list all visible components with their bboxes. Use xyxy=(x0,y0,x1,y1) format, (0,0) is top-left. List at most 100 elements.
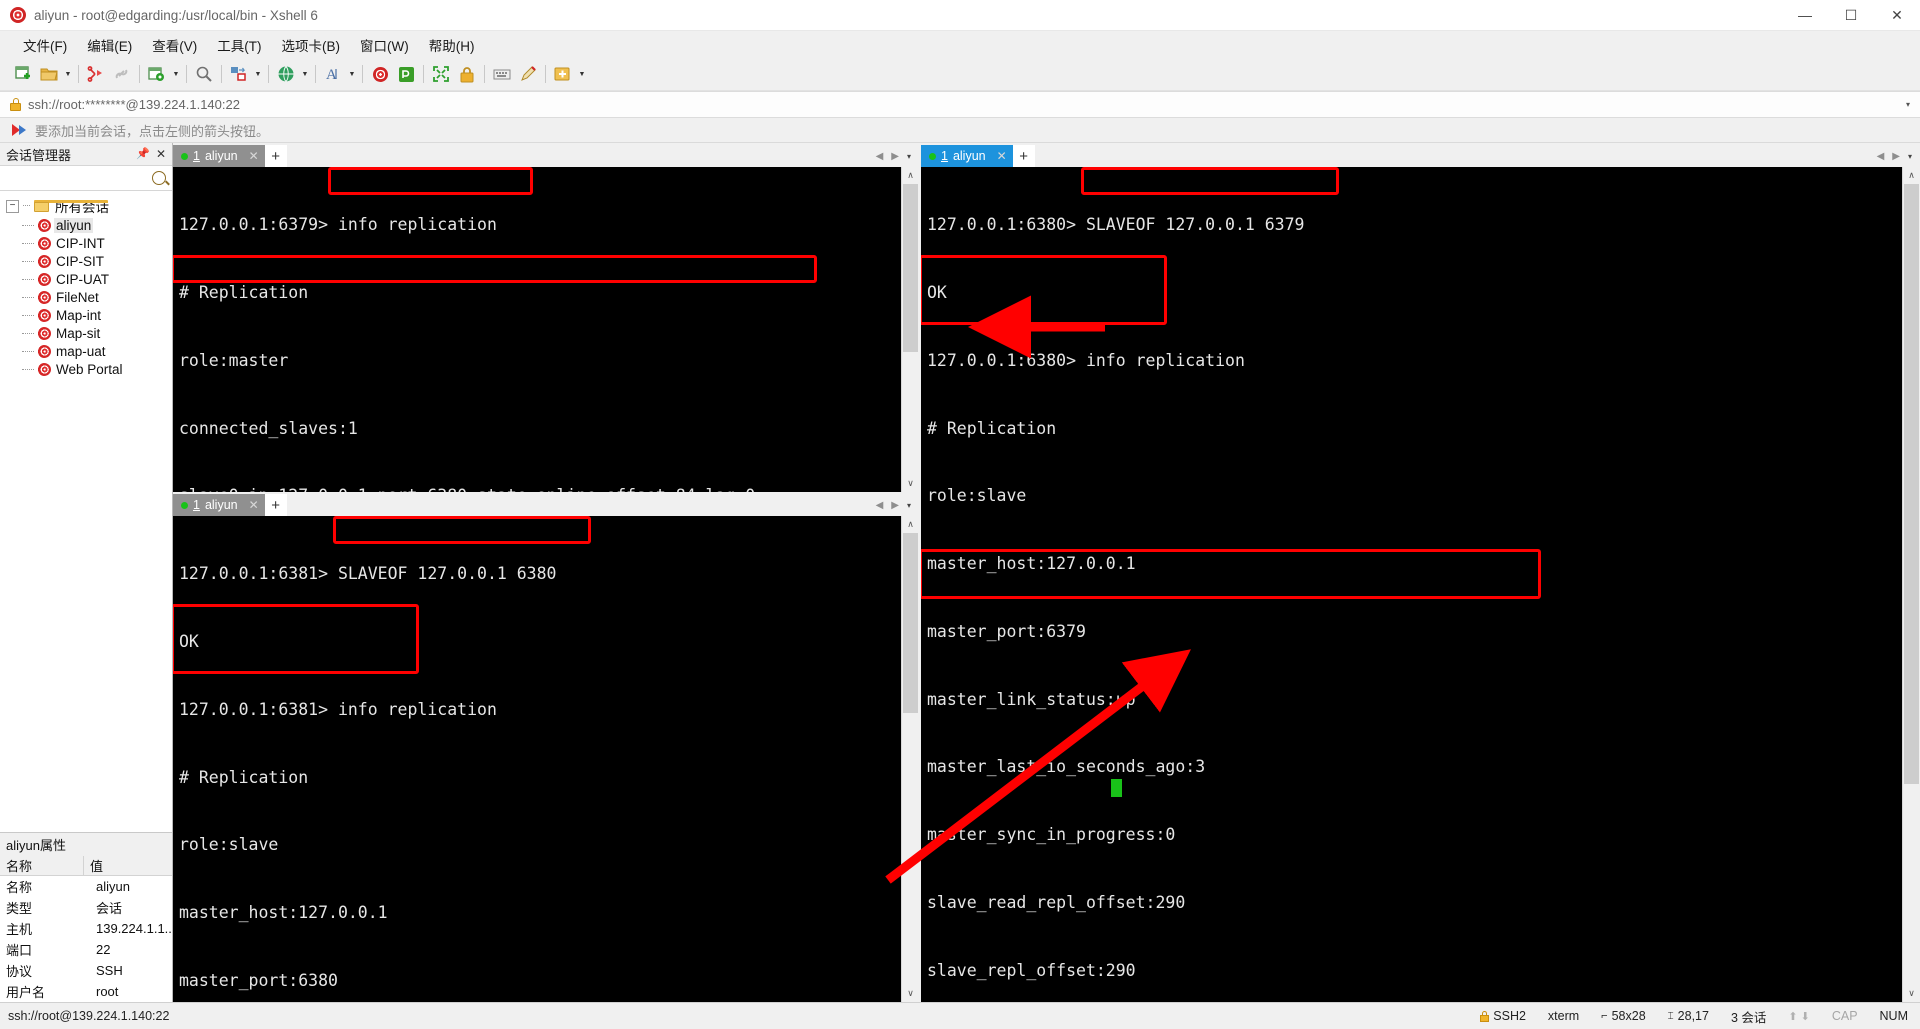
scrollbar-6381[interactable]: ∧ ∨ xyxy=(901,516,919,1002)
close-button[interactable]: ✕ xyxy=(1874,0,1920,30)
session-properties-dropdown-icon[interactable]: ▼ xyxy=(170,61,182,87)
new-tab-button[interactable]: + xyxy=(264,145,287,167)
table-row[interactable]: 类型 会话 xyxy=(0,897,172,918)
sidebar-item-filenet[interactable]: FileNet xyxy=(0,288,172,306)
add-tab-icon[interactable] xyxy=(550,61,576,87)
search-icon[interactable] xyxy=(191,61,217,87)
terminal-line: slave_repl_offset:290 xyxy=(927,960,1136,980)
tab-scroll-right-icon[interactable]: ▶ xyxy=(891,151,899,162)
minimize-button[interactable]: — xyxy=(1782,0,1828,30)
disconnect-icon[interactable] xyxy=(83,61,109,87)
tab-aliyun-6381[interactable]: 1 aliyun ✕ xyxy=(173,494,265,516)
lock-icon[interactable] xyxy=(454,61,480,87)
maximize-button[interactable]: ☐ xyxy=(1828,0,1874,30)
reconnect-icon[interactable] xyxy=(109,61,135,87)
table-row[interactable]: 主机 139.224.1.1... xyxy=(0,918,172,939)
tab-number: 1 xyxy=(941,149,948,163)
address-dropdown-icon[interactable]: ▾ xyxy=(1906,100,1910,109)
tab-list-dropdown-icon[interactable]: ▾ xyxy=(907,501,911,510)
scroll-thumb[interactable] xyxy=(903,533,918,713)
address-bar[interactable]: ssh://root:********@139.224.1.140:22 ▾ xyxy=(0,91,1920,118)
menu-edit[interactable]: 编辑(E) xyxy=(78,32,141,58)
scroll-track[interactable] xyxy=(902,533,919,985)
tree-connector xyxy=(22,350,34,353)
tab-aliyun-6379[interactable]: 1 aliyun ✕ xyxy=(173,145,265,167)
search-icon[interactable] xyxy=(152,171,166,185)
toolbar-separator xyxy=(221,65,222,83)
tab-scroll-left-icon[interactable]: ◀ xyxy=(876,500,884,511)
address-input[interactable]: ssh://root:********@139.224.1.140:22 xyxy=(28,97,240,112)
tab-scroll-right-icon[interactable]: ▶ xyxy=(1892,151,1900,162)
highlight-icon[interactable] xyxy=(515,61,541,87)
menu-view[interactable]: 查看(V) xyxy=(143,32,206,58)
scroll-down-icon[interactable]: ∨ xyxy=(902,985,919,1002)
menu-tabs[interactable]: 选项卡(B) xyxy=(273,32,350,58)
scrollbar-6379[interactable]: ∧ ∨ xyxy=(901,167,919,492)
tab-close-icon[interactable]: ✕ xyxy=(249,149,259,163)
properties-header-row: 名称 值 xyxy=(0,855,172,876)
tab-list-dropdown-icon[interactable]: ▾ xyxy=(907,152,911,161)
scroll-up-icon[interactable]: ∧ xyxy=(902,167,919,184)
open-folder-dropdown-icon[interactable]: ▼ xyxy=(62,61,74,87)
sidebar-item-aliyun[interactable]: aliyun xyxy=(0,216,172,234)
session-properties-icon[interactable] xyxy=(144,61,170,87)
terminal-cursor xyxy=(1111,779,1122,797)
add-tab-dropdown-icon[interactable]: ▼ xyxy=(576,61,588,87)
tab-list-dropdown-icon[interactable]: ▾ xyxy=(1908,152,1912,161)
open-folder-icon[interactable] xyxy=(36,61,62,87)
terminal-output-6379[interactable]: 127.0.0.1:6379> info replication # Repli… xyxy=(173,167,901,492)
font-icon[interactable]: A xyxy=(320,61,346,87)
menu-help[interactable]: 帮助(H) xyxy=(420,32,484,58)
table-row[interactable]: 协议 SSH xyxy=(0,960,172,981)
file-transfer-dropdown-icon[interactable]: ▼ xyxy=(252,61,264,87)
sidebar-item-cip-uat[interactable]: CIP-UAT xyxy=(0,270,172,288)
file-transfer-icon[interactable] xyxy=(226,61,252,87)
menu-tools[interactable]: 工具(T) xyxy=(208,32,270,58)
scroll-down-icon[interactable]: ∨ xyxy=(1903,985,1920,1002)
scroll-thumb[interactable] xyxy=(903,184,918,352)
new-tab-button[interactable]: + xyxy=(1012,145,1035,167)
menu-window[interactable]: 窗口(W) xyxy=(351,32,418,58)
web-browser-dropdown-icon[interactable]: ▼ xyxy=(299,61,311,87)
xftp-icon[interactable] xyxy=(393,61,419,87)
main-body: 会话管理器 📌 ✕ − 所有会话 aliyun CIP-INT CIP-SIT … xyxy=(0,143,1920,1002)
new-tab-button[interactable]: + xyxy=(264,494,287,516)
table-row[interactable]: 端口 22 xyxy=(0,939,172,960)
sidebar-item-map-int[interactable]: Map-int xyxy=(0,306,172,324)
font-dropdown-icon[interactable]: ▼ xyxy=(346,61,358,87)
xshell-icon[interactable] xyxy=(367,61,393,87)
sidebar-item-web-portal[interactable]: Web Portal xyxy=(0,360,172,378)
properties-col-value: 值 xyxy=(90,858,104,874)
fullscreen-icon[interactable] xyxy=(428,61,454,87)
terminal-output-6380[interactable]: 127.0.0.1:6380> SLAVEOF 127.0.0.1 6379 O… xyxy=(921,167,1902,1002)
sidebar-item-cip-int[interactable]: CIP-INT xyxy=(0,234,172,252)
scroll-thumb[interactable] xyxy=(1904,184,1919,784)
scroll-track[interactable] xyxy=(902,184,919,475)
scrollbar-6380[interactable]: ∧ ∨ xyxy=(1902,167,1920,1002)
keyboard-icon[interactable] xyxy=(489,61,515,87)
sidebar-item-map-uat[interactable]: map-uat xyxy=(0,342,172,360)
session-search-bar[interactable] xyxy=(0,166,172,191)
tab-close-icon[interactable]: ✕ xyxy=(249,498,259,512)
tab-close-icon[interactable]: ✕ xyxy=(997,149,1007,163)
pin-icon[interactable]: 📌 xyxy=(136,147,150,161)
scroll-down-icon[interactable]: ∨ xyxy=(902,475,919,492)
tab-scroll-right-icon[interactable]: ▶ xyxy=(891,500,899,511)
table-row[interactable]: 名称 aliyun xyxy=(0,876,172,897)
sidebar-item-cip-sit[interactable]: CIP-SIT xyxy=(0,252,172,270)
collapse-icon[interactable]: − xyxy=(6,199,19,213)
scroll-up-icon[interactable]: ∧ xyxy=(902,516,919,533)
table-row[interactable]: 用户名 root xyxy=(0,981,172,1002)
tab-scroll-left-icon[interactable]: ◀ xyxy=(876,151,884,162)
tab-scroll-left-icon[interactable]: ◀ xyxy=(1877,151,1885,162)
terminal-output-6381[interactable]: 127.0.0.1:6381> SLAVEOF 127.0.0.1 6380 O… xyxy=(173,516,901,1002)
tab-aliyun-6380[interactable]: 1 aliyun ✕ xyxy=(921,145,1013,167)
menu-file[interactable]: 文件(F) xyxy=(14,32,76,58)
sidebar-item-map-sit[interactable]: Map-sit xyxy=(0,324,172,342)
close-icon[interactable]: ✕ xyxy=(156,147,166,161)
scroll-track[interactable] xyxy=(1903,184,1920,985)
new-session-icon[interactable] xyxy=(10,61,36,87)
web-browser-icon[interactable] xyxy=(273,61,299,87)
scroll-up-icon[interactable]: ∧ xyxy=(1903,167,1920,184)
tree-root-all-sessions[interactable]: − 所有会话 xyxy=(0,196,172,216)
